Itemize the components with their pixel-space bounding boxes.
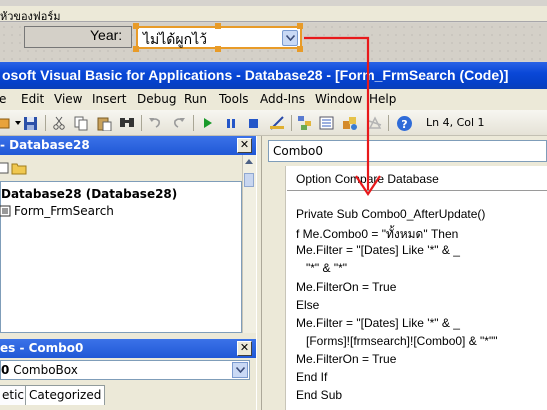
combo0-dropdown-button[interactable] <box>282 30 298 46</box>
undo-icon[interactable] <box>146 114 164 132</box>
svg-text:?: ? <box>401 118 407 131</box>
vbe-title-bar[interactable]: osoft Visual Basic for Applications - Da… <box>0 62 547 89</box>
code-line: Me.FilterOn = True <box>296 280 397 294</box>
object-browser-icon[interactable] <box>341 114 359 132</box>
project-explorer-toolbar <box>0 155 256 181</box>
selection-handle[interactable] <box>297 46 303 52</box>
selection-handle[interactable] <box>133 46 139 52</box>
code-line: Private Sub Combo0_AfterUpdate() <box>296 207 486 221</box>
toolbar-separator <box>45 115 46 131</box>
scrollbar-thumb[interactable] <box>244 173 254 187</box>
menu-window[interactable]: Window <box>315 92 362 106</box>
project-explorer-title: - Database28 <box>0 138 90 152</box>
project-tree: Database28 (Database28) Form_FrmSearch <box>0 181 242 333</box>
code-line: Me.Filter = "[Dates] Like '*" & _ <box>296 243 460 257</box>
toggle-folders-icon[interactable] <box>10 159 28 177</box>
help-icon[interactable]: ? <box>395 114 413 132</box>
code-margin-indicator-bar[interactable] <box>262 166 286 410</box>
project-explorer-header[interactable]: - Database28 ✕ <box>0 136 256 155</box>
code-line: f Me.Combo0 = "ทั้งหมด" Then <box>296 227 459 241</box>
selection-handle[interactable] <box>133 23 139 29</box>
procedure-separator <box>287 190 547 191</box>
code-line: [Forms]![frmsearch]![Combo0] & "*"" <box>296 334 498 348</box>
chevron-down-icon <box>235 367 245 373</box>
code-line: Else <box>296 298 320 312</box>
menu-bar: e Edit View Insert Debug Run Tools Add-I… <box>0 89 547 110</box>
window-title: osoft Visual Basic for Applications - Da… <box>2 67 509 83</box>
combo0-value: ไม่ได้ผูกไว้ <box>143 32 207 48</box>
cursor-position: Ln 4, Col 1 <box>426 116 485 129</box>
reset-icon[interactable] <box>244 114 262 132</box>
tab-alphabetic[interactable]: etic <box>0 385 29 405</box>
break-icon[interactable] <box>222 114 240 132</box>
close-icon[interactable]: ✕ <box>237 341 252 356</box>
toolbox-icon[interactable] <box>366 114 384 132</box>
standard-toolbar: ? Ln 4, Col 1 <box>0 110 547 136</box>
code-line: "*" & "*" <box>296 261 348 275</box>
form-module-icon <box>0 205 11 217</box>
toolbar-separator <box>291 115 292 131</box>
run-icon[interactable] <box>199 114 217 132</box>
properties-object-select[interactable]: 0 ComboBox <box>0 360 250 380</box>
properties-dropdown-button[interactable] <box>232 362 248 378</box>
menu-file[interactable]: e <box>0 92 6 106</box>
project-tree-scrollbar[interactable] <box>242 155 256 333</box>
selection-handle[interactable] <box>215 23 221 29</box>
menu-view[interactable]: View <box>54 92 82 106</box>
code-line-option: Option Compare Database <box>296 172 439 186</box>
code-line: End Sub <box>296 388 343 402</box>
tree-node-form-label: Form_FrmSearch <box>14 204 114 218</box>
project-explorer-icon[interactable] <box>296 114 314 132</box>
menu-add-ins[interactable]: Add-Ins <box>260 92 305 106</box>
chevron-down-icon <box>285 35 295 41</box>
find-icon[interactable] <box>118 114 136 132</box>
tree-node-database[interactable]: Database28 (Database28) <box>1 187 177 201</box>
paste-icon[interactable] <box>95 114 113 132</box>
year-label: Year: <box>90 27 123 43</box>
properties-header[interactable]: es - Combo0 ✕ <box>0 339 256 358</box>
code-line: End If <box>296 370 328 384</box>
code-line: Me.FilterOn = True <box>296 352 397 366</box>
menu-help[interactable]: Help <box>369 92 396 106</box>
redo-icon[interactable] <box>170 114 188 132</box>
scroll-up-icon[interactable] <box>245 159 253 164</box>
menu-edit[interactable]: Edit <box>21 92 44 106</box>
properties-window-icon[interactable] <box>318 114 336 132</box>
toolbar-separator <box>193 115 194 131</box>
tree-node-form[interactable]: Form_FrmSearch <box>0 204 114 218</box>
code-object-value: Combo0 <box>273 144 324 158</box>
form-header-section-bar[interactable] <box>0 6 547 22</box>
properties-object-label: 0 ComboBox <box>1 363 78 377</box>
properties-title: es - Combo0 <box>0 341 84 355</box>
selection-handle[interactable] <box>297 23 303 29</box>
close-icon[interactable]: ✕ <box>237 138 252 153</box>
save-icon[interactable] <box>21 114 39 132</box>
selection-handle[interactable] <box>215 46 221 52</box>
tab-categorized[interactable]: Categorized <box>25 385 106 405</box>
toolbar-separator <box>141 115 142 131</box>
design-mode-icon[interactable] <box>268 114 286 132</box>
copy-icon[interactable] <box>72 114 90 132</box>
menu-insert[interactable]: Insert <box>92 92 126 106</box>
toolbar-separator <box>388 115 389 131</box>
menu-tools[interactable]: Tools <box>219 92 249 106</box>
code-object-select[interactable]: Combo0 <box>268 140 547 162</box>
menu-run[interactable]: Run <box>184 92 207 106</box>
code-line: Me.Filter = "[Dates] Like '*" & _ <box>296 316 460 330</box>
menu-debug[interactable]: Debug <box>137 92 176 106</box>
cut-icon[interactable] <box>50 114 68 132</box>
